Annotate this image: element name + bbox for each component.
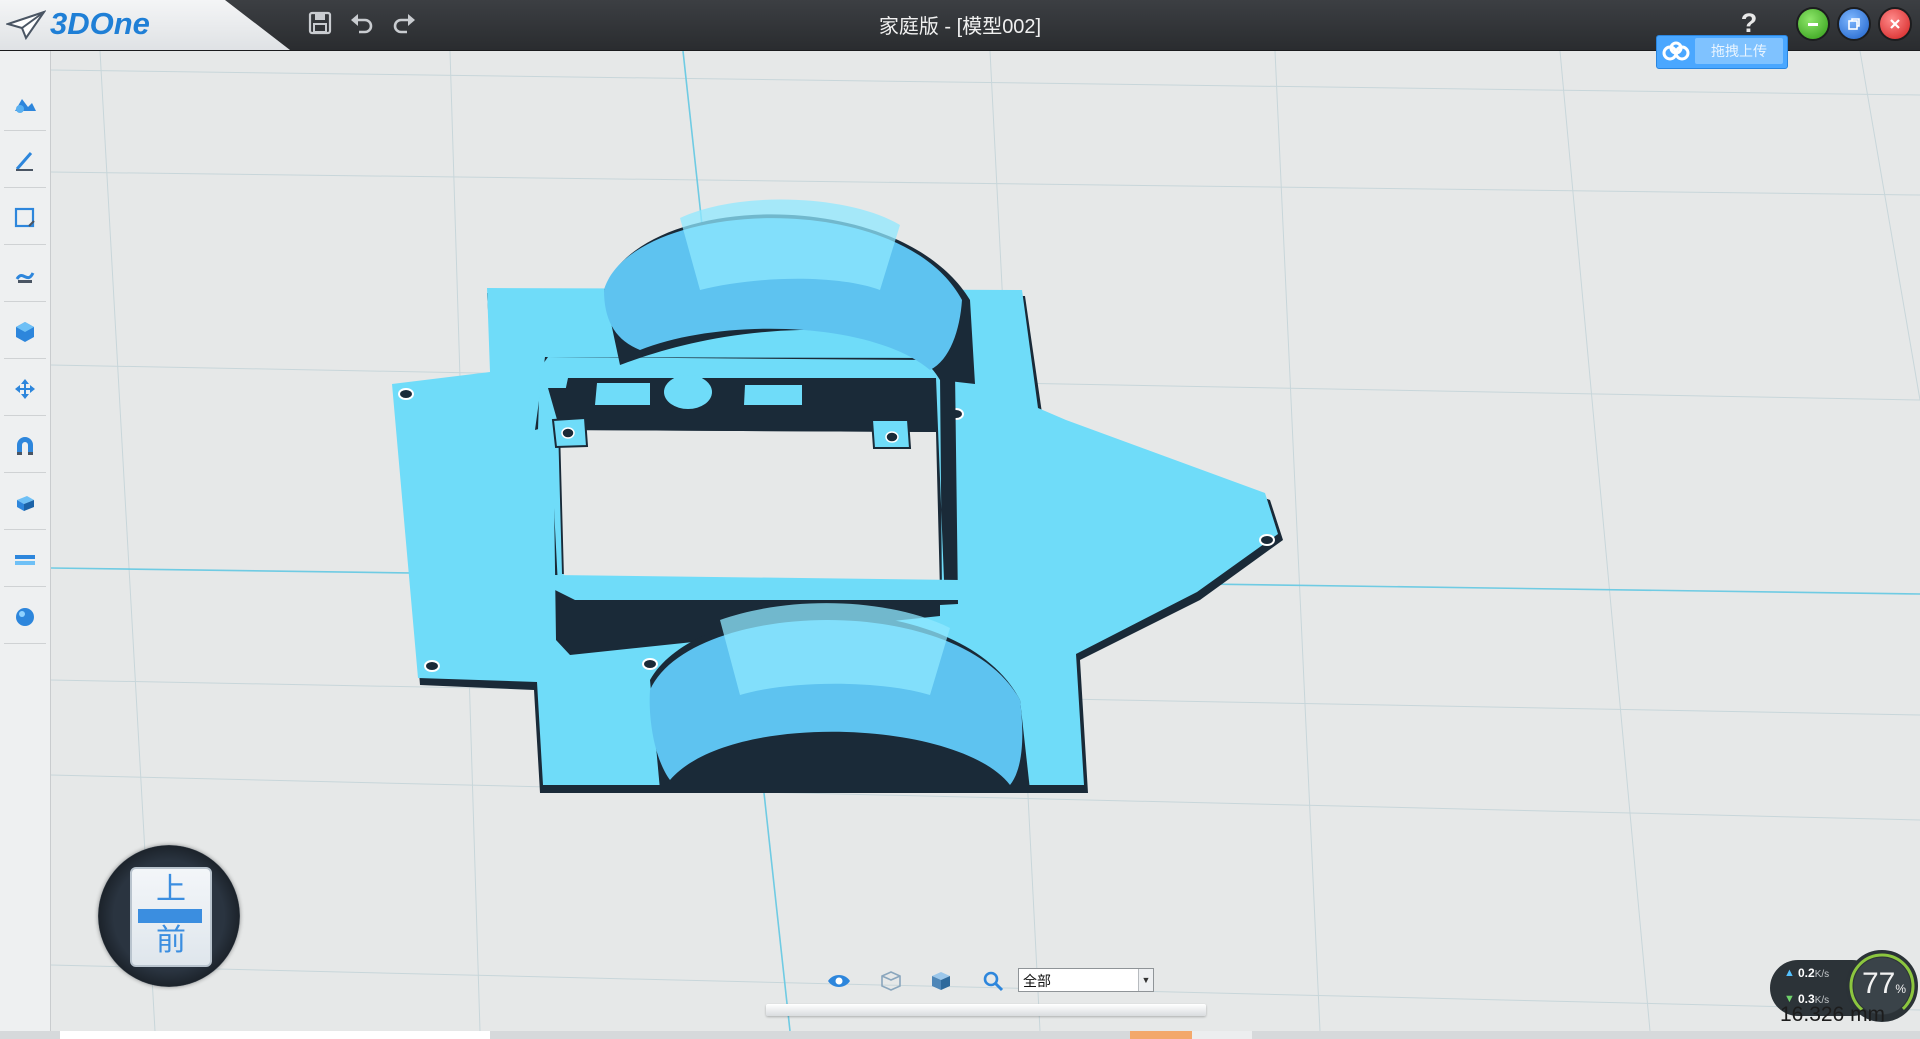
zoom-icon [983, 971, 1004, 992]
3d-viewport[interactable] [51, 51, 1920, 1031]
save-icon [308, 11, 332, 35]
assembly-tool[interactable] [4, 477, 46, 530]
close-button[interactable] [1878, 7, 1912, 41]
move-tool[interactable] [4, 363, 46, 416]
measure-icon [15, 555, 35, 565]
upload-label: 拖拽上传 [1695, 38, 1783, 64]
feature-modeling-icon [16, 322, 34, 342]
shaded-button[interactable] [926, 966, 956, 996]
filter-bar-shelf [766, 1004, 1206, 1016]
sketch-edit-tool[interactable] [4, 192, 46, 245]
status-bar-highlight [1130, 1031, 1192, 1039]
front-dome-highlight [720, 603, 950, 695]
sketch-icon [15, 152, 33, 171]
view-cube-edge [138, 909, 202, 923]
chevron-down-icon: ▼ [1138, 969, 1153, 991]
minimize-button[interactable] [1796, 7, 1830, 41]
window-title: 家庭版 - [模型002] [878, 16, 1042, 38]
view-cube-face[interactable]: 上 前 [130, 867, 212, 967]
material-tool[interactable] [4, 591, 46, 644]
assembly-icon [17, 496, 34, 511]
left-toolbar [0, 51, 51, 1039]
view-cube-top-label: 上 [156, 873, 186, 906]
logo-area: 3DOne [0, 0, 290, 50]
rear-dome-highlight [680, 199, 900, 290]
sketch-edit-icon [14, 207, 35, 228]
combine-icon [17, 437, 33, 455]
model-canvas[interactable] [51, 51, 1920, 1031]
sketch-tool[interactable] [4, 135, 46, 188]
basic-solid-icon [15, 99, 36, 113]
move-icon [15, 379, 35, 399]
view-cube[interactable]: 上 前 [98, 845, 240, 987]
special-feature-tool[interactable] [4, 249, 46, 302]
basic-solid-tool[interactable] [4, 78, 46, 131]
filter-dropdown-value: 全部 [1023, 973, 1051, 989]
redo-button[interactable] [387, 6, 421, 40]
view-cube-front-label: 前 [156, 924, 186, 957]
upload-speed: 0.2K/s [1798, 966, 1830, 980]
restore-icon [1848, 18, 1860, 30]
cloud-upload-icon [1662, 41, 1690, 61]
close-icon [1890, 19, 1900, 29]
undo-icon [351, 14, 373, 34]
show-hide-button[interactable] [824, 966, 854, 996]
filter-dropdown[interactable]: 全部 ▼ [1018, 968, 1154, 992]
feature-modeling-tool[interactable] [4, 306, 46, 359]
measure-tool[interactable] [4, 534, 46, 587]
frame-opening [560, 430, 940, 592]
app-logo-text: 3DOne [50, 6, 150, 41]
undo-button[interactable] [345, 6, 379, 40]
minimize-icon [1808, 23, 1818, 26]
upload-arrow-icon: ▲ [1784, 967, 1795, 979]
drag-upload-button[interactable]: 拖拽上传 [1656, 35, 1788, 69]
combine-tool[interactable] [4, 420, 46, 473]
gauge-value: 77% [1861, 967, 1907, 1000]
status-bar-segment-light [1192, 1031, 1252, 1039]
paper-plane-icon [6, 10, 46, 40]
redo-icon [393, 14, 415, 34]
material-icon [16, 608, 34, 626]
zoom-button[interactable] [978, 966, 1008, 996]
help-icon: ? [1740, 8, 1758, 38]
show-hide-icon [828, 975, 850, 987]
wireframe-icon [881, 971, 901, 991]
restore-button[interactable] [1837, 7, 1871, 41]
shaded-icon [932, 972, 950, 990]
view-filter-bar: 全部 ▼ [766, 962, 1206, 1016]
title-bar: 3DOne 家庭版 - [模型002] ? [0, 0, 1920, 51]
special-feature-icon [15, 272, 35, 283]
status-bar-segment [60, 1031, 490, 1039]
measurement-readout: 16.326 mm [1780, 1003, 1886, 1026]
save-button[interactable] [303, 6, 337, 40]
wireframe-button[interactable] [876, 966, 906, 996]
